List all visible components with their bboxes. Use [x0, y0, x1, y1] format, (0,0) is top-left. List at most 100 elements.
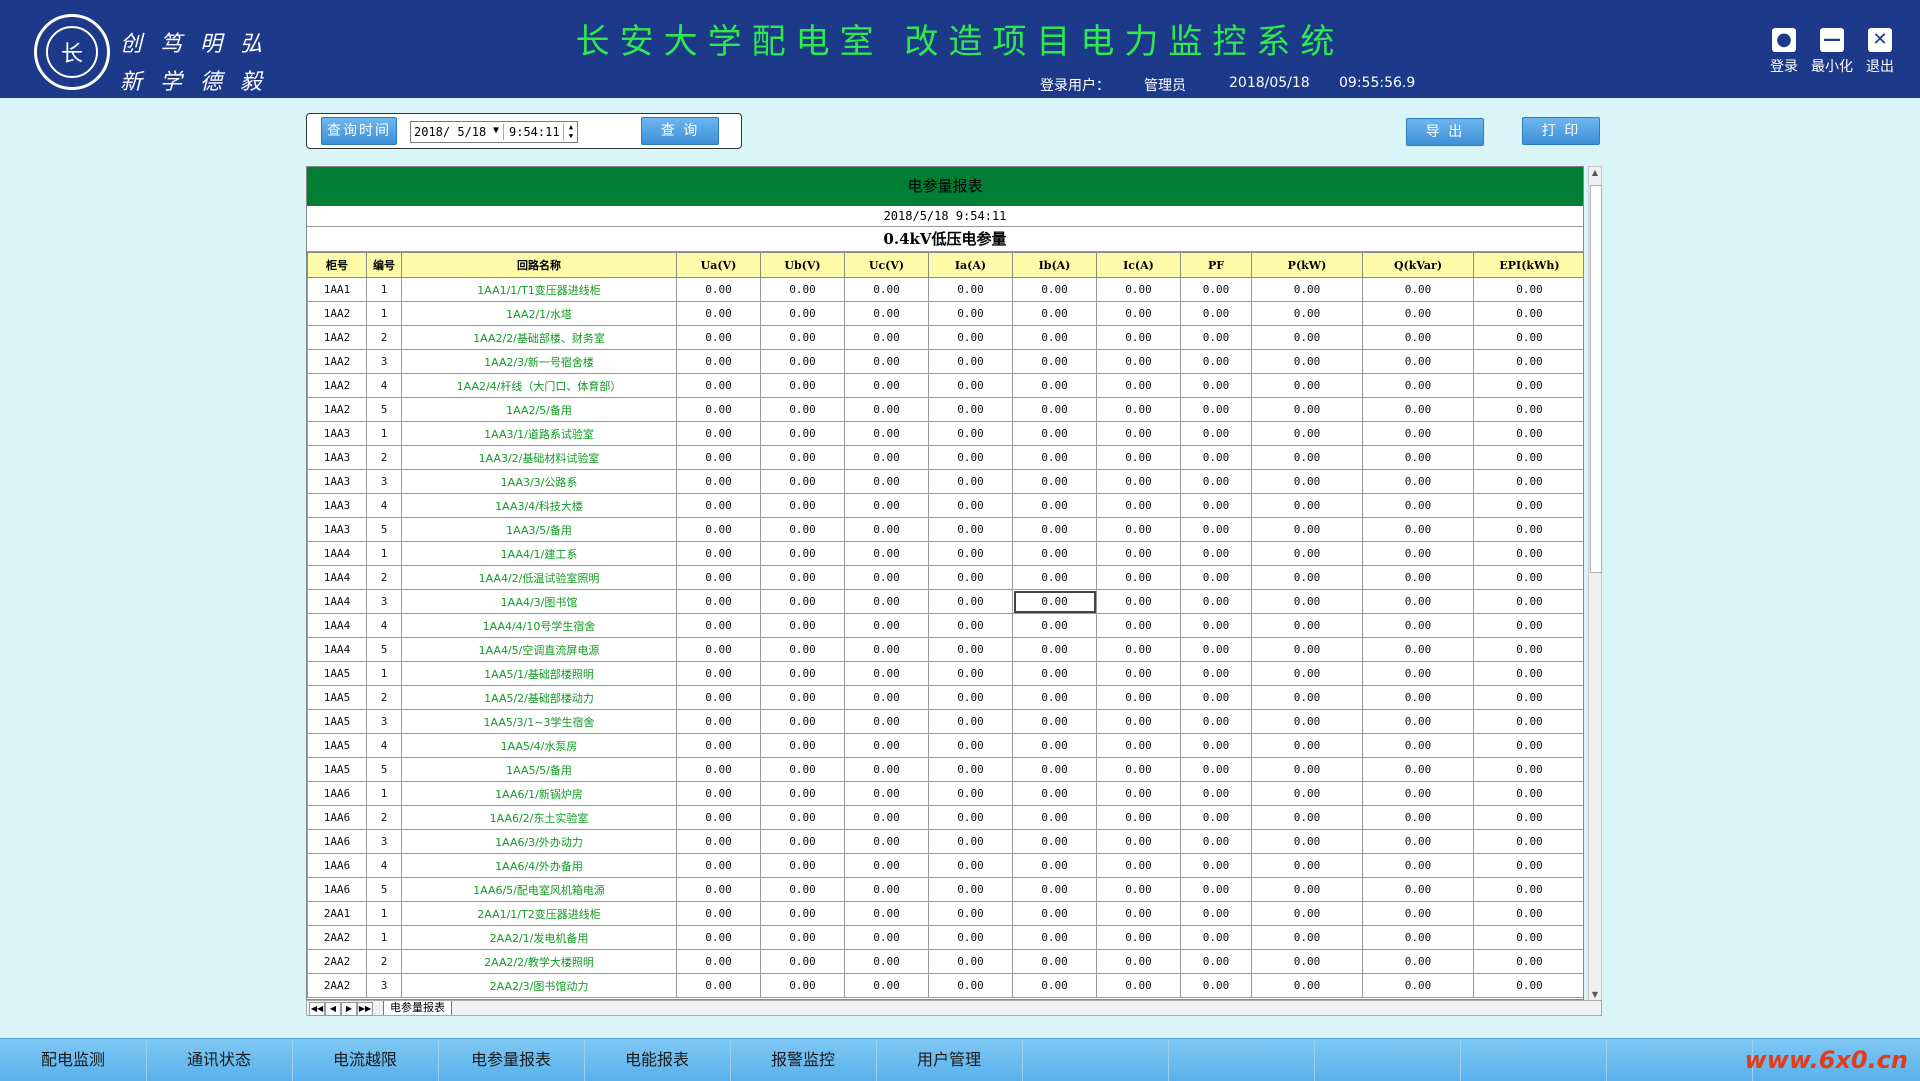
value-cell[interactable]: 0.00 [1473, 853, 1583, 878]
value-cell[interactable]: 0.00 [1180, 877, 1252, 902]
value-cell[interactable]: 0.00 [844, 325, 929, 350]
value-cell[interactable]: 0.00 [1180, 709, 1252, 734]
value-cell[interactable]: 0.00 [1362, 685, 1474, 710]
value-cell[interactable]: 0.00 [1362, 661, 1474, 686]
value-cell[interactable]: 0.00 [676, 469, 761, 494]
value-cell[interactable]: 0.00 [1012, 973, 1097, 998]
value-cell[interactable]: 0.00 [1096, 709, 1181, 734]
value-cell[interactable]: 0.00 [928, 373, 1013, 398]
table-row[interactable]: 1AA4 3 1AA4/3/图书馆 0.00 0.00 0.00 0.00 0.00 0.00 0… [307, 589, 1583, 614]
circuit-name-cell[interactable]: 2AA2/2/教学大楼照明 [401, 949, 677, 974]
cabinet-cell[interactable]: 2AA2 [307, 973, 367, 998]
cabinet-cell[interactable]: 1AA1 [307, 277, 367, 302]
value-cell[interactable]: 0.00 [1096, 541, 1181, 566]
value-cell[interactable]: 0.00 [844, 397, 929, 422]
value-cell[interactable]: 0.00 [676, 685, 761, 710]
circuit-name-cell[interactable]: 1AA2/1/水塔 [401, 301, 677, 326]
cabinet-cell[interactable]: 1AA2 [307, 301, 367, 326]
value-cell[interactable]: 0.00 [676, 973, 761, 998]
value-cell[interactable]: 0.00 [760, 301, 845, 326]
table-row[interactable]: 2AA2 1 2AA2/1/发电机备用 0.00 0.00 0.00 0.00 0.00 0.0… [307, 925, 1583, 950]
table-row[interactable]: 1AA3 5 1AA3/5/备用 0.00 0.00 0.00 0.00 0.00 0.00 0.… [307, 517, 1583, 542]
value-cell[interactable]: 0.00 [1180, 397, 1252, 422]
value-cell[interactable]: 0.00 [760, 421, 845, 446]
value-cell[interactable]: 0.00 [1473, 565, 1583, 590]
circuit-name-cell[interactable]: 1AA3/5/备用 [401, 517, 677, 542]
table-row[interactable]: 1AA2 5 1AA2/5/备用 0.00 0.00 0.00 0.00 0.00 0.00 0.… [307, 397, 1583, 422]
login-button[interactable]: ● 登录 [1760, 28, 1808, 76]
circuit-name-cell[interactable]: 1AA5/2/基础部楼动力 [401, 685, 677, 710]
value-cell[interactable]: 0.00 [676, 541, 761, 566]
value-cell[interactable]: 0.00 [928, 301, 1013, 326]
circuit-name-cell[interactable]: 1AA4/3/图书馆 [401, 589, 677, 614]
value-cell[interactable]: 0.00 [760, 925, 845, 950]
circuit-name-cell[interactable]: 1AA4/1/建工系 [401, 541, 677, 566]
value-cell[interactable]: 0.00 [928, 397, 1013, 422]
value-cell[interactable]: 0.00 [1180, 277, 1252, 302]
value-cell[interactable]: 0.00 [676, 637, 761, 662]
value-cell[interactable]: 0.00 [1012, 397, 1097, 422]
value-cell[interactable]: 0.00 [1473, 517, 1583, 542]
table-row[interactable]: 1AA5 2 1AA5/2/基础部楼动力 0.00 0.00 0.00 0.00 0.00 0.… [307, 685, 1583, 710]
chevron-down-icon[interactable]: ▼ [493, 125, 499, 136]
value-cell[interactable]: 0.00 [1180, 541, 1252, 566]
cabinet-cell[interactable]: 1AA6 [307, 781, 367, 806]
value-cell[interactable]: 0.00 [1251, 805, 1363, 830]
value-cell[interactable]: 0.00 [1012, 733, 1097, 758]
value-cell[interactable]: 0.00 [1096, 781, 1181, 806]
value-cell[interactable]: 0.00 [1096, 733, 1181, 758]
value-cell[interactable]: 0.00 [1180, 853, 1252, 878]
number-cell[interactable]: 2 [366, 325, 402, 350]
circuit-name-cell[interactable]: 2AA1/1/T2变压器进线柜 [401, 901, 677, 926]
table-row[interactable]: 1AA4 2 1AA4/2/低温试验室照明 0.00 0.00 0.00 0.00 0.00 0… [307, 565, 1583, 590]
value-cell[interactable]: 0.00 [1251, 349, 1363, 374]
value-cell[interactable]: 0.00 [676, 829, 761, 854]
cabinet-cell[interactable]: 2AA2 [307, 949, 367, 974]
value-cell[interactable]: 0.00 [1096, 301, 1181, 326]
number-cell[interactable]: 1 [366, 541, 402, 566]
value-cell[interactable]: 0.00 [1362, 349, 1474, 374]
minimize-button[interactable]: — 最小化 [1808, 28, 1856, 76]
value-cell[interactable]: 0.00 [1012, 493, 1097, 518]
value-cell[interactable]: 0.00 [1180, 517, 1252, 542]
value-cell[interactable]: 0.00 [1251, 733, 1363, 758]
value-cell[interactable]: 0.00 [1096, 397, 1181, 422]
cabinet-cell[interactable]: 1AA5 [307, 733, 367, 758]
value-cell[interactable]: 0.00 [1096, 517, 1181, 542]
value-cell[interactable]: 0.00 [1012, 421, 1097, 446]
value-cell[interactable]: 0.00 [676, 877, 761, 902]
value-cell[interactable]: 0.00 [1473, 829, 1583, 854]
value-cell[interactable]: 0.00 [1362, 421, 1474, 446]
value-cell[interactable]: 0.00 [1012, 469, 1097, 494]
value-cell[interactable]: 0.00 [676, 517, 761, 542]
value-cell[interactable]: 0.00 [928, 325, 1013, 350]
value-cell[interactable]: 0.00 [1251, 517, 1363, 542]
circuit-name-cell[interactable]: 1AA2/3/新一号宿舍楼 [401, 349, 677, 374]
table-row[interactable]: 1AA2 4 1AA2/4/杆线（大门口、体育部） 0.00 0.00 0.00 0.00 0… [307, 373, 1583, 398]
value-cell[interactable]: 0.00 [1473, 421, 1583, 446]
value-cell[interactable]: 0.00 [760, 685, 845, 710]
value-cell[interactable]: 0.00 [1251, 469, 1363, 494]
value-cell[interactable]: 0.00 [844, 805, 929, 830]
cabinet-cell[interactable]: 1AA5 [307, 757, 367, 782]
value-cell[interactable]: 0.00 [844, 565, 929, 590]
value-cell[interactable]: 0.00 [928, 709, 1013, 734]
nav-alarm-monitor[interactable]: 报警监控 [730, 1039, 877, 1081]
value-cell[interactable]: 0.00 [1251, 277, 1363, 302]
value-cell[interactable]: 0.00 [1096, 373, 1181, 398]
value-cell[interactable]: 0.00 [676, 301, 761, 326]
circuit-name-cell[interactable]: 1AA2/5/备用 [401, 397, 677, 422]
value-cell[interactable]: 0.00 [1096, 757, 1181, 782]
value-cell[interactable]: 0.00 [844, 445, 929, 470]
value-cell[interactable]: 0.00 [844, 493, 929, 518]
number-cell[interactable]: 4 [366, 493, 402, 518]
table-row[interactable]: 1AA3 1 1AA3/1/道路系试验室 0.00 0.00 0.00 0.00 0.00 0.… [307, 421, 1583, 446]
value-cell[interactable]: 0.00 [1180, 901, 1252, 926]
value-cell[interactable]: 0.00 [1012, 301, 1097, 326]
cabinet-cell[interactable]: 1AA6 [307, 829, 367, 854]
value-cell[interactable]: 0.00 [1012, 901, 1097, 926]
circuit-name-cell[interactable]: 1AA5/4/水泵房 [401, 733, 677, 758]
value-cell[interactable]: 0.00 [844, 709, 929, 734]
number-cell[interactable]: 4 [366, 373, 402, 398]
table-row[interactable]: 1AA6 1 1AA6/1/新锅炉房 0.00 0.00 0.00 0.00 0.00 0.00… [307, 781, 1583, 806]
